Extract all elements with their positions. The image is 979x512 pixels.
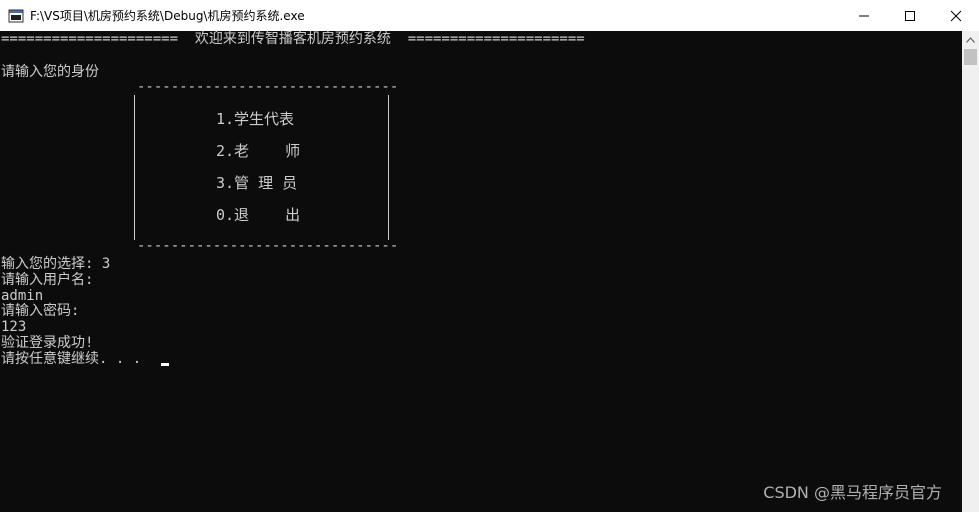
close-button[interactable] [933,0,979,31]
menu-bottom-border: ------------------------------- [137,238,399,254]
menu-item-exit: 0.退 出 [216,206,301,224]
console-output[interactable]: ===================== 欢迎来到传智播客机房预约系统 ===… [0,31,962,512]
menu-item-student: 1.学生代表 [216,110,295,128]
console-app-icon [8,9,24,22]
window-title: F:\VS项目\机房预约系统\Debug\机房预约系统.exe [30,9,305,23]
username-prompt: 请输入用户名: [1,272,94,288]
identity-prompt: 请输入您的身份 [1,64,99,80]
login-success-message: 验证登录成功! [1,335,94,351]
choice-line: 输入您的选择: 3 [1,256,111,272]
scroll-thumb[interactable] [964,49,977,65]
maximize-icon [905,10,915,21]
maximize-button[interactable] [887,0,933,31]
menu-top-border: ------------------------------- [137,79,399,95]
title-bar[interactable]: F:\VS项目\机房预约系统\Debug\机房预约系统.exe [0,0,979,31]
username-value: admin [1,288,44,304]
press-any-key-prompt: 请按任意键继续. . . [1,351,142,367]
menu-left-border [134,95,135,240]
minimize-icon [859,15,869,16]
console-window: F:\VS项目\机房预约系统\Debug\机房预约系统.exe ========… [0,0,979,512]
text-cursor [161,363,169,366]
close-icon [950,10,962,21]
csdn-watermark: CSDN @黑马程序员官方 [763,483,942,502]
menu-item-teacher: 2.老 师 [216,142,301,160]
chevron-up-icon [966,36,975,43]
menu-item-admin: 3.管 理 员 [216,174,298,192]
vertical-scrollbar[interactable] [962,31,979,512]
menu-right-border [388,95,389,240]
welcome-banner: ===================== 欢迎来到传智播客机房预约系统 ===… [1,31,585,47]
minimize-button[interactable] [841,0,887,31]
password-prompt: 请输入密码: [1,303,80,319]
scroll-up-button[interactable] [962,31,979,48]
password-value: 123 [1,319,27,335]
